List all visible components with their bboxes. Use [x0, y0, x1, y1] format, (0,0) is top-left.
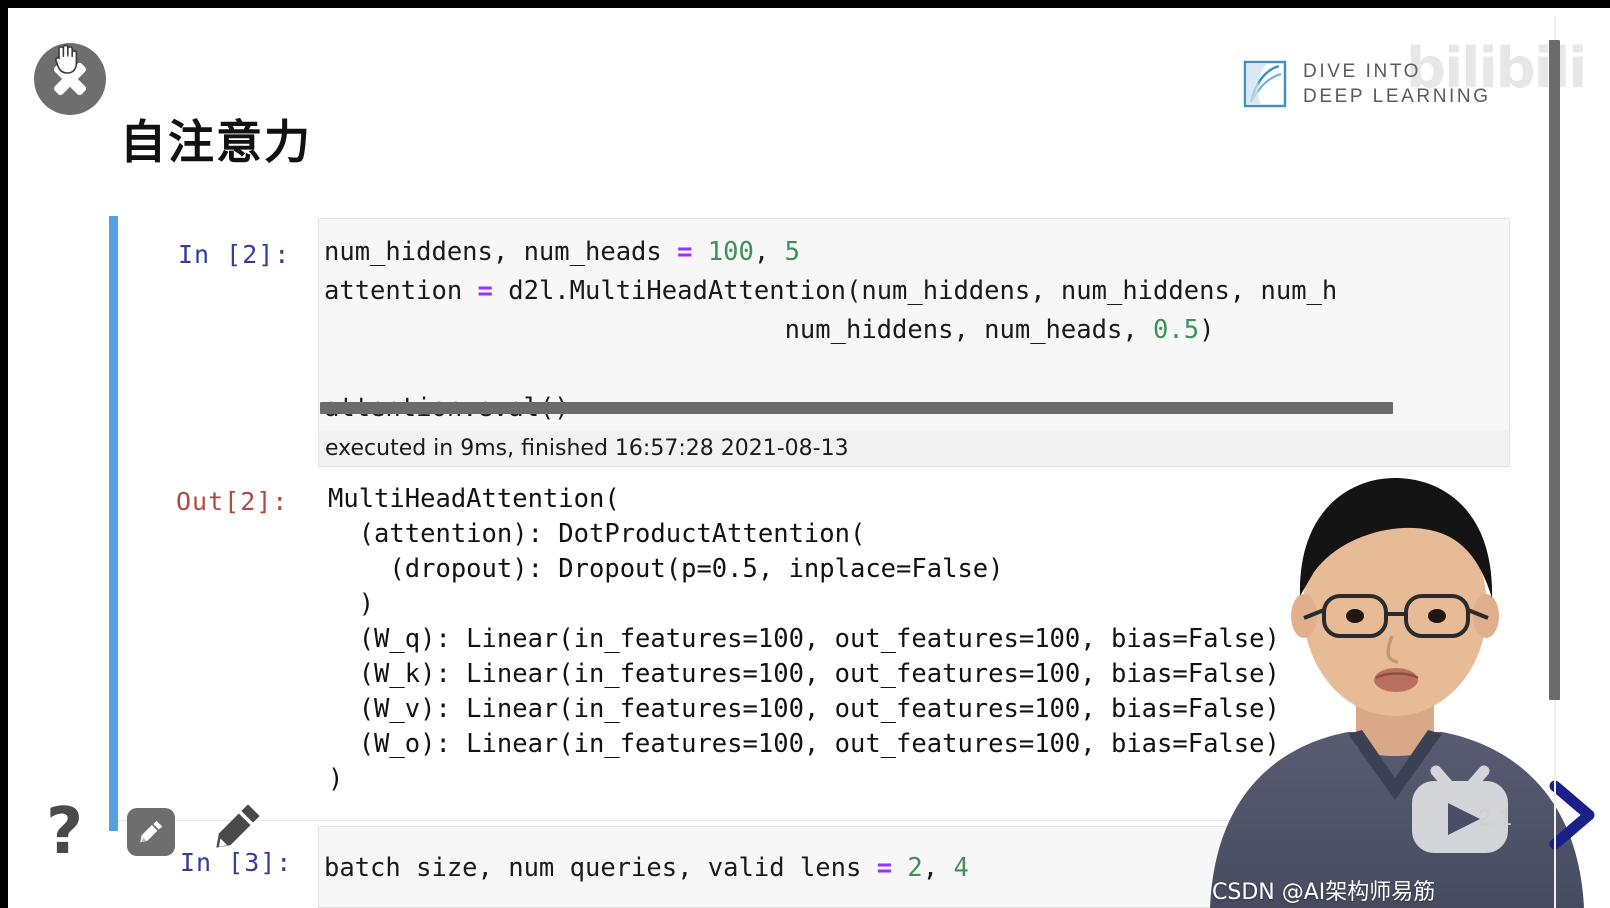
page-scrollbar-thumb[interactable] [1549, 40, 1560, 700]
next-slide-button[interactable] [1545, 780, 1597, 850]
in-prompt-3: In [3]: [180, 848, 293, 877]
cell-output-2: MultiHeadAttention( (attention): DotProd… [328, 482, 1280, 797]
code-line: batch size, num queries, valid lens = 2,… [324, 853, 969, 883]
in-prompt-2: In [2]: [178, 240, 291, 269]
close-icon [50, 59, 90, 99]
output-line: (W_q): Linear(in_features=100, out_featu… [328, 624, 1280, 654]
code-line: num_hiddens, num_heads = 100, 5 [324, 237, 800, 267]
csdn-watermark: CSDN @AI架构师易筋 [1212, 880, 1436, 905]
execution-status-text: executed in 9ms, finished 16:57:28 2021-… [325, 435, 849, 461]
code-input-cell-2[interactable]: num_hiddens, num_heads = 100, 5 attention… [318, 218, 1510, 431]
output-line: (attention): DotProductAttention( [328, 519, 866, 549]
slide-number: 2.1 [1478, 804, 1513, 830]
code-line: attention = d2l.MultiHeadAttention(num_h… [324, 276, 1338, 306]
close-button[interactable] [34, 43, 106, 115]
code-horizontal-scrollbar[interactable] [320, 402, 1393, 414]
output-line: ) [328, 764, 344, 794]
cell-divider [118, 820, 1510, 821]
output-line: MultiHeadAttention( [328, 484, 620, 514]
pen-tool-button[interactable] [127, 808, 175, 856]
slide-page: 自注意力 DIVE INTO DEEP LEARNING bilibili In… [8, 8, 1610, 908]
slide-screen: 自注意力 DIVE INTO DEEP LEARNING bilibili In… [0, 0, 1610, 908]
output-line: (dropout): Dropout(p=0.5, inplace=False) [328, 554, 1004, 584]
out-prompt-2: Out[2]: [176, 487, 289, 516]
pen-icon [140, 820, 163, 843]
output-line: (W_o): Linear(in_features=100, out_featu… [328, 729, 1280, 759]
output-line: (W_v): Linear(in_features=100, out_featu… [328, 694, 1280, 724]
selected-cell-indicator [109, 216, 118, 831]
execution-status-bar: executed in 9ms, finished 16:57:28 2021-… [318, 430, 1510, 467]
pen-icon[interactable] [213, 800, 263, 852]
help-icon[interactable]: ? [46, 800, 83, 864]
output-line: (W_k): Linear(in_features=100, out_featu… [328, 659, 1280, 689]
book-icon [1243, 60, 1287, 108]
code-line: num_hiddens, num_heads, 0.5) [324, 315, 1215, 345]
page-title: 自注意力 [120, 115, 312, 169]
output-line: ) [328, 589, 375, 619]
